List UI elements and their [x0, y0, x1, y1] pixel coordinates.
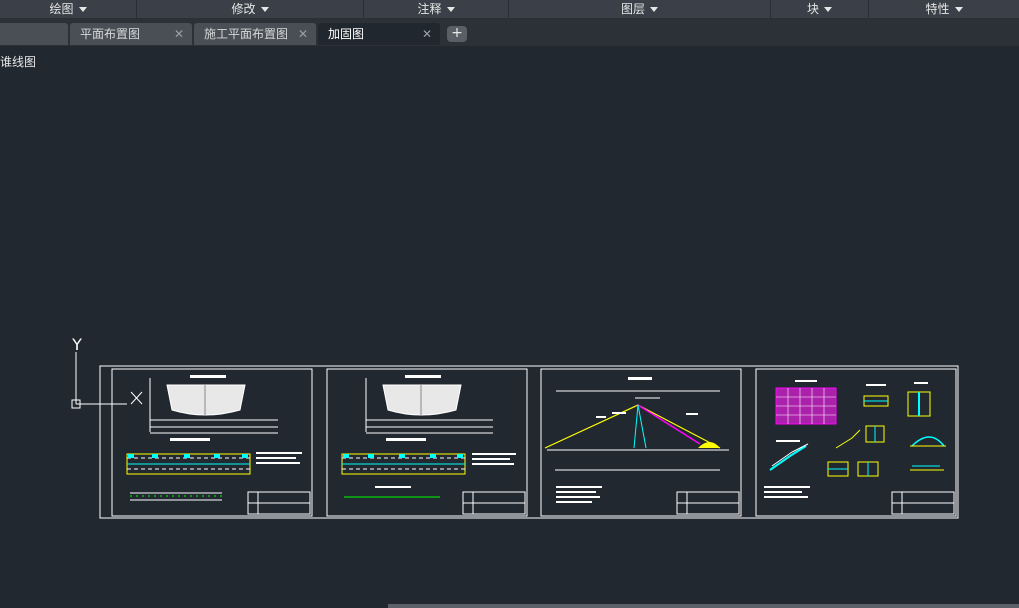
ribbon-panel-bar: 绘图 修改 注释 图层 块 特性	[0, 0, 1019, 19]
tab-construction-plan[interactable]: 施工平面布置图 ✕	[194, 23, 316, 45]
plus-icon: +	[451, 25, 463, 41]
panel-properties[interactable]: 特性	[869, 0, 1019, 18]
tab-plan-layout[interactable]: 平面布置图 ✕	[70, 23, 192, 45]
chevron-down-icon	[78, 6, 87, 12]
chevron-down-icon	[260, 6, 269, 12]
chevron-down-icon	[824, 6, 832, 12]
drawing-sheet-1[interactable]	[111, 368, 313, 517]
status-bar-edge	[388, 604, 1019, 608]
ucs-icon	[71, 352, 143, 409]
panel-block[interactable]: 块	[771, 0, 869, 18]
panel-modify[interactable]: 修改	[137, 0, 364, 18]
panel-draw[interactable]: 绘图	[0, 0, 137, 18]
chevron-down-icon	[954, 6, 963, 12]
drawing-sheet-2[interactable]	[326, 368, 528, 517]
chevron-down-icon	[446, 6, 455, 12]
close-icon[interactable]: ✕	[174, 23, 184, 45]
close-icon[interactable]: ✕	[298, 23, 308, 45]
drawing-sheet-3[interactable]	[540, 368, 742, 517]
panel-annotate[interactable]: 注释	[364, 0, 509, 18]
new-tab-button[interactable]: +	[447, 26, 467, 42]
ucs-y-label: Y	[71, 335, 82, 354]
panel-layers[interactable]: 图层	[509, 0, 771, 18]
drawing-canvas[interactable]: Y	[0, 46, 1019, 604]
tab-start[interactable]	[0, 23, 68, 45]
drawing-sheet-4[interactable]	[755, 368, 957, 517]
chevron-down-icon	[650, 6, 658, 12]
close-icon[interactable]: ✕	[422, 23, 432, 45]
file-tab-bar: 平面布置图 ✕ 施工平面布置图 ✕ 加固图 ✕ +	[0, 19, 1019, 46]
tab-reinforcement[interactable]: 加固图 ✕	[318, 23, 440, 45]
